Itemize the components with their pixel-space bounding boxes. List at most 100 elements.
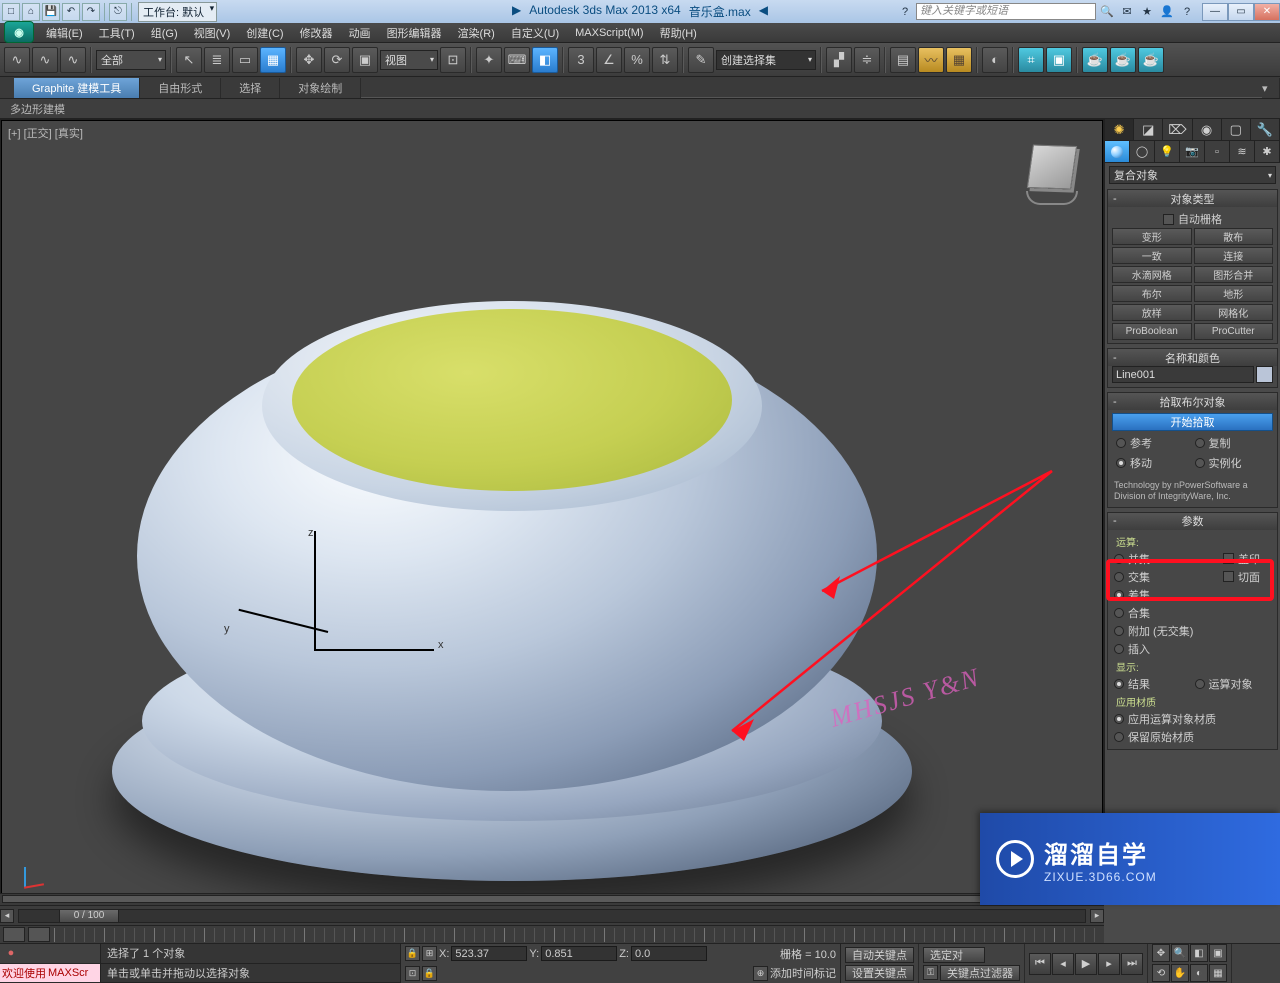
viewport-label[interactable]: [+] [正交] [真实] (8, 125, 83, 141)
ribbon-collapse-icon[interactable]: ▾ (1262, 78, 1280, 98)
select-region-icon[interactable]: ▭ (232, 47, 258, 73)
signin-icon[interactable]: 👤 (1158, 3, 1176, 21)
radio-operands[interactable] (1195, 679, 1205, 689)
type-conform[interactable]: 一致 (1112, 247, 1192, 264)
selection-lock-icon[interactable]: 🔒 (422, 966, 437, 981)
lights-tab-icon[interactable]: 💡 (1155, 141, 1180, 162)
isolate-icon[interactable]: ⊡ (405, 966, 420, 981)
window-crossing-icon[interactable]: ▦ (260, 47, 286, 73)
time-slider[interactable]: ◂ 0 / 100 ▸ (0, 905, 1104, 925)
rendered-frame-icon[interactable]: ▣ (1046, 47, 1072, 73)
menu-edit[interactable]: 编辑(E) (38, 25, 91, 41)
binoculars-icon[interactable]: 🔍 (1098, 3, 1116, 21)
select-icon[interactable]: ↖ (176, 47, 202, 73)
auto-key-button[interactable]: 自动关键点 (845, 947, 914, 963)
manip-icon[interactable]: ✦ (476, 47, 502, 73)
radio-instance[interactable] (1195, 458, 1205, 468)
search-input[interactable]: 键入关键字或短语 (916, 3, 1096, 20)
qat-redo-icon[interactable]: ↷ (82, 3, 100, 21)
spacewarps-tab-icon[interactable]: ≋ (1230, 141, 1255, 162)
layers-icon[interactable]: ▤ (890, 47, 916, 73)
slider-prev-icon[interactable]: ◂ (0, 909, 14, 923)
viewcube[interactable] (1020, 139, 1084, 203)
autogrid-checkbox[interactable] (1163, 214, 1174, 225)
track-bar[interactable] (0, 925, 1104, 943)
trackbar-toggle-icon[interactable] (3, 927, 25, 942)
radio-union[interactable] (1114, 554, 1124, 564)
qat-undo-icon[interactable]: ↶ (62, 3, 80, 21)
mirror-icon[interactable]: ▞ (826, 47, 852, 73)
snap-2d-icon[interactable]: ◧ (532, 47, 558, 73)
menu-help[interactable]: 帮助(H) (652, 25, 705, 41)
time-tag-icon[interactable]: ⊕ (753, 966, 768, 981)
menu-create[interactable]: 创建(C) (238, 25, 291, 41)
render-prod-icon[interactable]: ☕ (1082, 47, 1108, 73)
percent-snap-icon[interactable]: % (624, 47, 650, 73)
menu-tools[interactable]: 工具(T) (91, 25, 143, 41)
nav-zoom-icon[interactable]: 🔍 (1171, 944, 1189, 962)
ribbon-tab-graphite[interactable]: Graphite 建模工具 (14, 78, 140, 98)
menu-customize[interactable]: 自定义(U) (503, 25, 567, 41)
shapes-tab-icon[interactable]: ◯ (1130, 141, 1155, 162)
set-key-button[interactable]: 设置关键点 (845, 965, 914, 981)
geometry-tab-icon[interactable] (1105, 141, 1130, 162)
coord-x[interactable]: 523.37 (451, 946, 527, 961)
render-setup-icon[interactable]: ⌗ (1018, 47, 1044, 73)
utilities-tab-icon[interactable]: 🔧 (1251, 119, 1280, 140)
info-icon[interactable]: ? (896, 3, 914, 21)
radio-subtract[interactable] (1114, 590, 1124, 600)
type-morph[interactable]: 变形 (1112, 228, 1192, 245)
modify-tab-icon[interactable]: ◪ (1134, 119, 1163, 140)
snap-3-icon[interactable]: 3 (568, 47, 594, 73)
nav-arc-icon[interactable]: ◐ (1190, 964, 1208, 982)
bind-icon[interactable]: ∿ (60, 47, 86, 73)
key-filters-button[interactable]: 关键点过滤器 (940, 965, 1020, 981)
keyboard-icon[interactable]: ⌨ (504, 47, 530, 73)
radio-keep-orig-mat[interactable] (1114, 732, 1124, 742)
radio-merge[interactable] (1114, 608, 1124, 618)
render-active-icon[interactable]: ☕ (1138, 47, 1164, 73)
angle-snap-icon[interactable]: ∠ (596, 47, 622, 73)
color-swatch[interactable] (1256, 366, 1273, 383)
minimize-button[interactable]: — (1202, 3, 1228, 21)
schematic-icon[interactable]: ▦ (946, 47, 972, 73)
radio-copy[interactable] (1195, 438, 1205, 448)
display-tab-icon[interactable]: ▢ (1222, 119, 1251, 140)
menu-modifiers[interactable]: 修改器 (292, 25, 341, 41)
type-blobmesh[interactable]: 水滴网格 (1112, 266, 1192, 283)
app-menu-button[interactable]: ◉ (4, 21, 34, 43)
radio-move[interactable] (1116, 458, 1126, 468)
maximize-button[interactable]: ▭ (1228, 3, 1254, 21)
viewport-scroll[interactable] (0, 893, 1104, 905)
qat-save-icon[interactable]: 💾 (42, 3, 60, 21)
move-icon[interactable]: ✥ (296, 47, 322, 73)
chk-imprint[interactable] (1223, 553, 1234, 564)
type-connect[interactable]: 连接 (1194, 247, 1274, 264)
type-boolean[interactable]: 布尔 (1112, 285, 1192, 302)
ribbon-tab-paint[interactable]: 对象绘制 (280, 78, 361, 98)
radio-reference[interactable] (1116, 438, 1126, 448)
chk-cookie[interactable] (1223, 571, 1234, 582)
radio-insert[interactable] (1114, 644, 1124, 654)
ref-coord-system[interactable]: 视图 (380, 50, 438, 70)
menu-views[interactable]: 视图(V) (186, 25, 239, 41)
type-procutter[interactable]: ProCutter (1194, 323, 1274, 340)
viewport[interactable]: [+] [正交] [真实] z x y MHSJS Y&N (1, 120, 1103, 904)
hierarchy-tab-icon[interactable]: ⌦ (1163, 119, 1192, 140)
curve-editor-icon[interactable]: 〰 (918, 47, 944, 73)
play-icon[interactable]: ▶ (1075, 953, 1097, 975)
create-tab-icon[interactable]: ✺ (1105, 119, 1134, 140)
nav-field-icon[interactable]: ◧ (1190, 944, 1208, 962)
render-iter-icon[interactable]: ☕ (1110, 47, 1136, 73)
ribbon-tab-freeform[interactable]: 自由形式 (140, 78, 221, 98)
select-name-icon[interactable]: ≣ (204, 47, 230, 73)
link-icon[interactable]: ∿ (4, 47, 30, 73)
category-dropdown[interactable]: 复合对象 (1109, 166, 1276, 184)
motion-tab-icon[interactable]: ◉ (1193, 119, 1222, 140)
menu-rendering[interactable]: 渲染(R) (450, 25, 503, 41)
goto-end-icon[interactable]: ⏭ (1121, 953, 1143, 975)
nav-pan2-icon[interactable]: ✋ (1171, 964, 1189, 982)
next-frame-icon[interactable]: ▸ (1098, 953, 1120, 975)
add-time-tag[interactable]: 添加时间标记 (770, 965, 836, 981)
object-name-input[interactable]: Line001 (1112, 366, 1254, 383)
